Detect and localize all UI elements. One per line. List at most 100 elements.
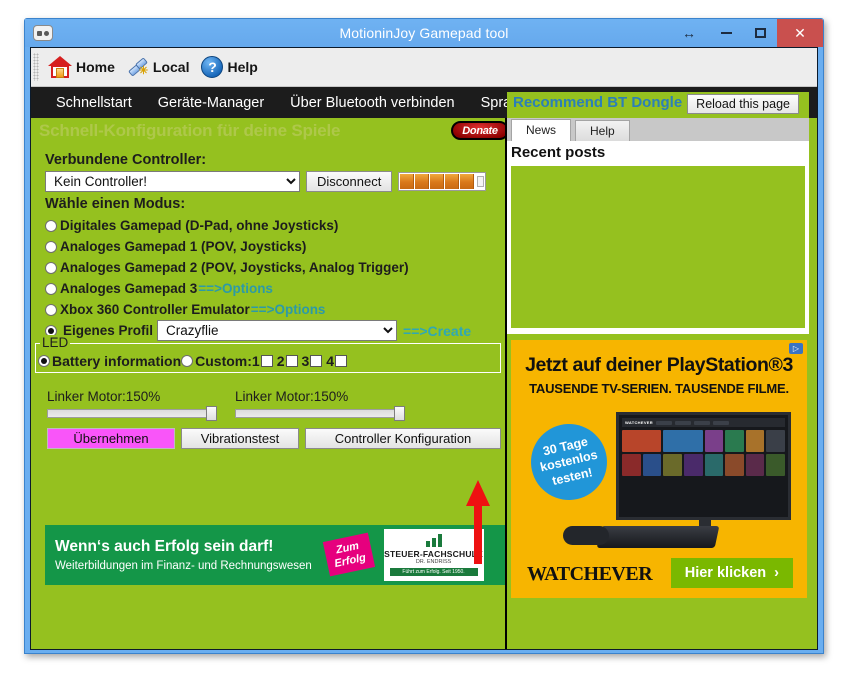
motor-left: Linker Motor:150% — [47, 389, 217, 421]
nav-item-bluetooth-verbinden[interactable]: Über Bluetooth verbinden — [277, 87, 467, 119]
adchoices-icon[interactable]: ▷ — [789, 343, 803, 354]
apply-button[interactable]: Übernehmen — [47, 428, 175, 449]
radio-icon-battery-info[interactable] — [38, 355, 50, 367]
mode-label-text: Analoges Gamepad 3 — [60, 281, 198, 296]
toolbar-label-home: Home — [76, 59, 115, 75]
title-bar: MotioninJoy Gamepad tool ↔ ✕ — [25, 19, 823, 47]
toolbar: Home ✳ Local ? Help — [31, 48, 817, 87]
led-channel-3-label: 3 — [301, 353, 310, 369]
close-button[interactable]: ✕ — [777, 19, 823, 47]
disconnect-button[interactable]: Disconnect — [306, 171, 393, 192]
question-circle-icon: ? — [201, 56, 224, 78]
page-body: Schnell-Konfiguration für deine Spiele D… — [31, 92, 817, 649]
controller-select[interactable]: Kein Controller! — [45, 171, 300, 192]
ad-yellow-brand: WATCHEVER — [527, 563, 653, 585]
right-column: Recommend BT Dongle Reload this page New… — [505, 92, 817, 649]
ad-banner-watchever[interactable]: ▷ Jetzt auf deiner PlayStation®3 TAUSEND… — [511, 340, 807, 598]
ad-banner-steuerfachschule[interactable]: Wenn‘s auch Erfolg sein darf! Weiterbild… — [45, 525, 505, 585]
nav-label: Schnellstart — [56, 95, 132, 111]
mode-option-digital[interactable]: Digitales Gamepad (D-Pad, ohne Joysticks… — [45, 215, 505, 236]
controller-config-button[interactable]: Controller Konfiguration — [305, 428, 501, 449]
led-channel-2-label: 2 — [276, 353, 285, 369]
profile-select[interactable]: Crazyflie — [157, 320, 398, 341]
ad-green-logo-card: STEUER-FACHSCHULE DR. ENDRISS Führt zum … — [383, 529, 484, 581]
mode-option-xbox360[interactable]: Xbox 360 Controller Emulator ==>Options — [45, 299, 505, 320]
recommend-bt-dongle-link[interactable]: Recommend BT Dongle — [513, 94, 682, 111]
minimize-button[interactable] — [709, 19, 743, 47]
slider-thumb[interactable] — [206, 406, 217, 421]
toolbar-grip[interactable] — [33, 53, 39, 81]
ad-green-subline: Weiterbildungen im Finanz- und Rechnungs… — [55, 560, 312, 572]
nav-label: Geräte-Manager — [157, 95, 265, 111]
toolbar-item-help[interactable]: ? Help — [195, 49, 263, 85]
radio-icon[interactable] — [45, 261, 57, 274]
mode-list: Digitales Gamepad (D-Pad, ohne Joysticks… — [45, 215, 505, 341]
led-channel-1-label: 1 — [251, 353, 260, 369]
mode-label-text: Digitales Gamepad (D-Pad, ohne Joysticks… — [60, 218, 339, 233]
mode-option-analog2[interactable]: Analoges Gamepad 2 (POV, Joysticks, Anal… — [45, 257, 505, 278]
radio-icon[interactable] — [45, 303, 57, 316]
mode-option-analog3[interactable]: Analoges Gamepad 3 ==>Options — [45, 278, 505, 299]
config-panel: Verbundene Controller: Kein Controller! … — [31, 144, 505, 449]
tv-screen-graphic: WATCHEVER — [616, 412, 791, 520]
ad-green-headline: Wenn‘s auch Erfolg sein darf! — [55, 538, 274, 555]
news-title: Recent posts — [511, 144, 606, 161]
client-area: Home ✳ Local ? Help Schnellstart Geräte-… — [30, 47, 818, 650]
led-caption: LED — [40, 335, 71, 350]
ad-yellow-cta-button[interactable]: Hier klicken › — [670, 558, 793, 588]
window-controls: ↔ ✕ — [669, 19, 823, 47]
motor-right: Linker Motor:150% — [235, 389, 405, 421]
vibration-test-button[interactable]: Vibrationstest — [181, 428, 299, 449]
led-channel-2-checkbox[interactable] — [285, 355, 298, 367]
maximize-button[interactable] — [743, 19, 777, 47]
motor-right-label: Linker Motor:150% — [235, 389, 349, 404]
nav-item-geraete-manager[interactable]: Geräte-Manager — [145, 87, 277, 119]
chevron-right-icon: › — [774, 565, 779, 581]
mode-option-custom-profile[interactable]: Eigenes Profil Crazyflie ==>Create — [45, 320, 505, 341]
nav-item-schnellstart[interactable]: Schnellstart — [43, 87, 145, 119]
led-group: LED Battery information Custom: 1 2 3 4 — [35, 335, 501, 373]
led-channel-1-checkbox[interactable] — [260, 355, 273, 367]
xbox360-options-link[interactable]: ==>Options — [251, 302, 326, 317]
tv-thumbnail-grid — [622, 430, 785, 476]
tv-nav-bar: WATCHEVER — [622, 418, 785, 427]
tab-news[interactable]: News — [511, 119, 572, 141]
motor-right-slider[interactable] — [235, 406, 405, 421]
led-channel-4-checkbox[interactable] — [335, 355, 348, 367]
slider-thumb[interactable] — [394, 406, 405, 421]
radio-icon-custom[interactable] — [181, 355, 194, 367]
ad-green-logo-sub: DR. ENDRISS — [415, 559, 452, 565]
tv-brand-label: WATCHEVER — [625, 420, 653, 425]
ad-green-stamp: Zum Erfolg — [322, 532, 375, 578]
ad-green-text: Wenn‘s auch Erfolg sein darf! Weiterbild… — [55, 538, 312, 572]
news-content-area — [511, 166, 805, 328]
led-channel-3-checkbox[interactable] — [310, 355, 323, 367]
resize-icon[interactable]: ↔ — [669, 19, 709, 47]
led-channel-4-label: 4 — [326, 353, 335, 369]
mode-label: Wähle einen Modus: — [45, 196, 186, 212]
home-icon — [48, 56, 72, 78]
donate-button[interactable]: Donate — [451, 121, 509, 140]
screenshot-root: MotioninJoy Gamepad tool ↔ ✕ Home ✳ Loca… — [0, 0, 848, 684]
radio-icon[interactable] — [45, 219, 57, 232]
ad-green-logo-tag: Führt zum Erfolg. Seit 1950. — [389, 568, 478, 576]
left-column: Schnell-Konfiguration für deine Spiele D… — [31, 118, 509, 649]
create-profile-link[interactable]: ==>Create — [403, 323, 471, 339]
slider-track — [235, 409, 405, 418]
toolbar-label-local: Local — [152, 59, 190, 75]
radio-icon[interactable] — [45, 240, 57, 253]
playstation-console-graphic — [596, 526, 720, 548]
motor-left-slider[interactable] — [47, 406, 217, 421]
radio-icon[interactable] — [45, 282, 57, 295]
mode-label-text: Xbox 360 Controller Emulator — [60, 302, 250, 317]
profile-label-text: Eigenes Profil — [63, 323, 154, 338]
analog3-options-link[interactable]: ==>Options — [198, 281, 273, 296]
toolbar-item-home[interactable]: Home — [42, 49, 121, 85]
application-window: MotioninJoy Gamepad tool ↔ ✕ Home ✳ Loca… — [24, 18, 824, 654]
motor-left-label: Linker Motor:150% — [47, 389, 161, 404]
ad-yellow-subline: TAUSENDE TV-SERIEN. TAUSENDE FILME. — [529, 381, 789, 396]
tab-help[interactable]: Help — [575, 120, 630, 141]
mode-option-analog1[interactable]: Analoges Gamepad 1 (POV, Joysticks) — [45, 236, 505, 257]
toolbar-item-local[interactable]: ✳ Local — [121, 49, 196, 85]
reload-page-button[interactable]: Reload this page — [687, 94, 799, 114]
